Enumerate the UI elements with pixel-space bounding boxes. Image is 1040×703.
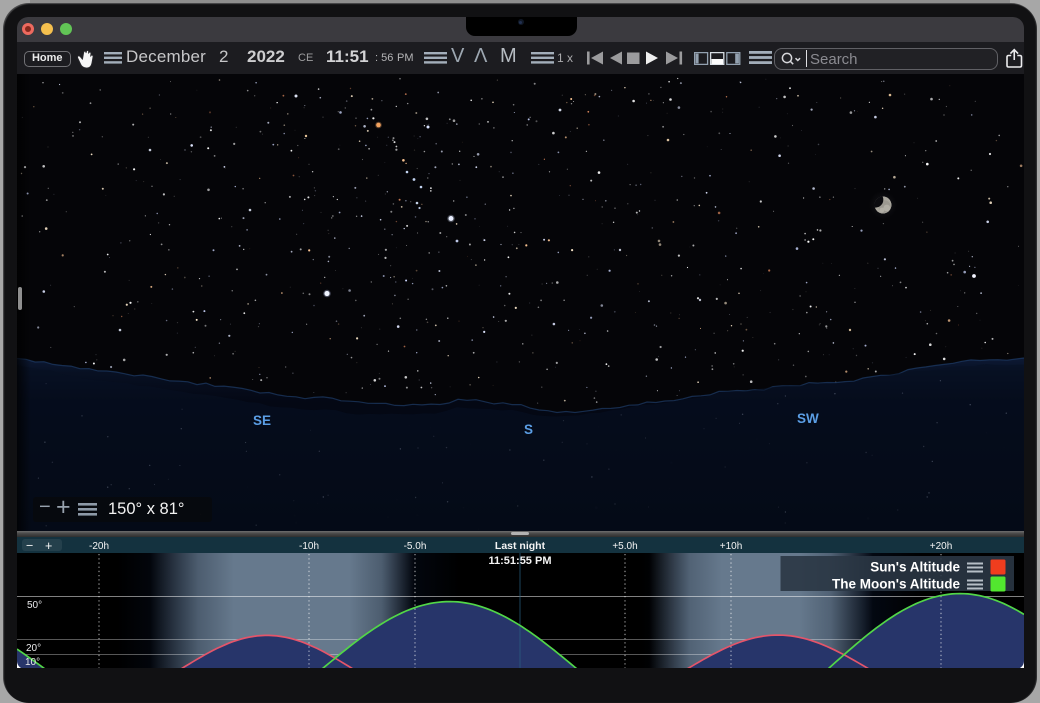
svg-text:+5.0h: +5.0h bbox=[612, 541, 637, 552]
svg-text:−: − bbox=[26, 539, 33, 553]
svg-text:The Moon's Altitude: The Moon's Altitude bbox=[832, 577, 960, 592]
svg-text:SW: SW bbox=[797, 411, 819, 426]
svg-text:10°: 10° bbox=[25, 657, 40, 668]
svg-text:+20h: +20h bbox=[930, 541, 953, 552]
svg-text:SE: SE bbox=[253, 413, 271, 428]
svg-text:-10h: -10h bbox=[299, 541, 319, 552]
svg-text:20°: 20° bbox=[26, 643, 41, 654]
svg-text:Sun's Altitude: Sun's Altitude bbox=[870, 560, 960, 575]
svg-text:Last night: Last night bbox=[495, 540, 546, 552]
svg-text:+: + bbox=[45, 539, 52, 553]
svg-text:-5.0h: -5.0h bbox=[404, 541, 427, 552]
svg-text:50°: 50° bbox=[27, 600, 42, 611]
svg-text:S: S bbox=[524, 422, 533, 437]
svg-text:-20h: -20h bbox=[89, 541, 109, 552]
svg-text:+10h: +10h bbox=[720, 541, 743, 552]
svg-text:11:51:55 PM: 11:51:55 PM bbox=[489, 555, 552, 567]
